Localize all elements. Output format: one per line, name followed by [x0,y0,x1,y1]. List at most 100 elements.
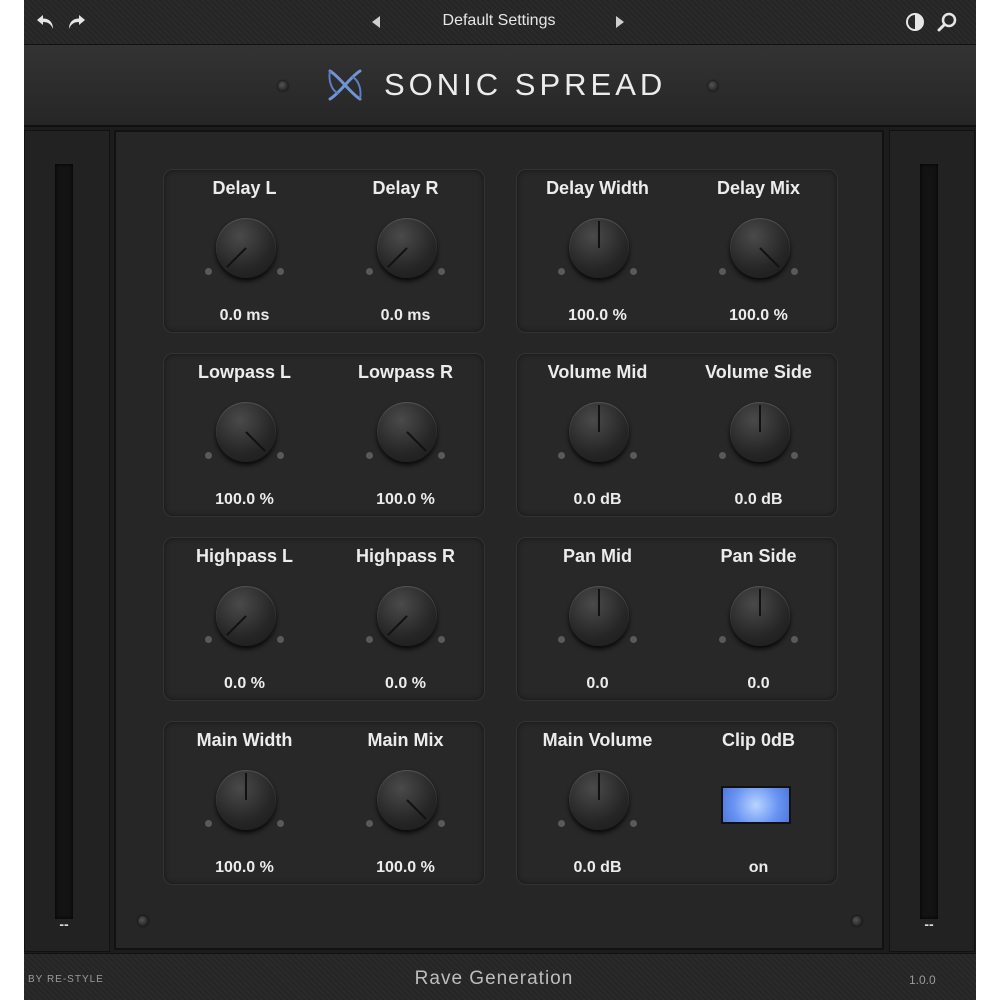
control-volume-mid: Volume Mid 0.0 dB [517,354,678,518]
control-value: 0.0 % [224,675,265,692]
knob-indicator [598,405,600,432]
main-width-knob[interactable] [216,770,276,830]
knob-max-dot [791,268,798,275]
control-label: Volume Mid [547,362,648,382]
knob-wrapper [558,218,637,291]
knob-max-dot [791,452,798,459]
control-value: 100.0 % [568,307,627,324]
knob-indicator [226,247,247,268]
main-volume-knob[interactable] [569,770,629,830]
highpass-r-knob[interactable] [377,586,437,646]
knob-max-dot [438,636,445,643]
knob-min-dot [366,820,373,827]
knob-indicator [387,615,408,636]
knob-indicator [598,221,600,248]
sonic-spread-logo-icon [324,65,366,105]
control-pan-mid: Pan Mid 0.0 [517,538,678,702]
pan-side-knob[interactable] [730,586,790,646]
control-value: 0.0 dB [573,859,622,876]
knob-max-dot [630,452,637,459]
knob-min-dot [205,268,212,275]
knob-indicator [387,247,408,268]
screw [278,81,288,91]
control-label: Pan Mid [562,546,632,566]
control-label: Lowpass L [197,362,291,382]
control-delay-width: Delay Width 100.0 % [517,170,678,334]
knob-wrapper [205,586,284,659]
knob-max-dot [277,820,284,827]
main-mix-knob[interactable] [377,770,437,830]
control-pan-side: Pan Side 0.0 [678,538,839,702]
knob-wrapper [719,218,798,291]
control-group: Highpass L 0.0 % Highpass R 0.0 % [163,537,485,701]
top-bar: Default Settings [24,0,976,45]
knob-wrapper [719,586,798,659]
control-value: 100.0 % [729,307,788,324]
knob-indicator [759,405,761,432]
delay-mix-knob[interactable] [730,218,790,278]
control-label: Volume Side [705,362,812,382]
control-label: Clip 0dB [721,730,795,750]
preset-name[interactable]: Default Settings [374,12,624,30]
screw [138,916,148,926]
knob-min-dot [558,820,565,827]
control-main-width: Main Width 100.0 % [164,722,325,886]
knob-max-dot [438,820,445,827]
lowpass-l-knob[interactable] [216,402,276,462]
undo-icon[interactable] [34,10,58,34]
knob-indicator [245,773,247,800]
control-group: Delay Width 100.0 % Delay Mix 100.0 % [516,169,838,333]
volume-side-knob[interactable] [730,402,790,462]
product-name: SONIC SPREAD [384,67,667,102]
knob-indicator [598,589,600,616]
control-main-volume: Main Volume 0.0 dB [517,722,678,886]
delay-width-knob[interactable] [569,218,629,278]
volume-mid-knob[interactable] [569,402,629,462]
highpass-l-knob[interactable] [216,586,276,646]
knob-wrapper [366,218,445,291]
control-group: Main Width 100.0 % Main Mix 100.0 % [163,721,485,885]
knob-max-dot [630,636,637,643]
next-preset-icon[interactable] [608,10,632,34]
knob-max-dot [630,820,637,827]
knob-wrapper [719,402,798,475]
lowpass-r-knob[interactable] [377,402,437,462]
version-label: 1.0.0 [909,973,936,987]
control-delay-r: Delay R 0.0 ms [325,170,486,334]
control-label: Highpass L [195,546,293,566]
control-value: 100.0 % [376,491,435,508]
control-group: Lowpass L 100.0 % Lowpass R 100.0 % [163,353,485,517]
control-label: Main Mix [367,730,444,750]
knob-min-dot [719,636,726,643]
control-label: Delay R [372,178,439,198]
delay-l-knob[interactable] [216,218,276,278]
footer-brand: Rave Generation [414,968,574,989]
knob-indicator [759,589,761,616]
control-value: 0.0 dB [573,491,622,508]
control-value: on [748,859,769,876]
control-highpass-l: Highpass L 0.0 % [164,538,325,702]
plugin-window: Default Settings SONIC SPREAD -- -- Dela… [24,0,976,1000]
knob-min-dot [719,452,726,459]
knob-max-dot [438,268,445,275]
contrast-icon[interactable] [903,10,927,34]
knob-min-dot [205,820,212,827]
knob-wrapper [558,586,637,659]
pan-mid-knob[interactable] [569,586,629,646]
zoom-icon[interactable] [935,10,959,34]
control-label: Delay Width [546,178,649,198]
knob-max-dot [277,268,284,275]
knob-wrapper [558,402,637,475]
left-level-meter [55,164,73,919]
control-highpass-r: Highpass R 0.0 % [325,538,486,702]
control-label: Main Volume [542,730,653,750]
left-meter-panel: -- [24,130,110,952]
clip-0db-toggle-button[interactable] [721,786,791,824]
control-label: Pan Side [720,546,797,566]
knob-max-dot [277,452,284,459]
redo-icon[interactable] [64,10,88,34]
controls-panel: Delay L 0.0 ms Delay R 0.0 ms Delay Width 100… [114,130,884,950]
control-value: 0.0 dB [734,491,783,508]
control-value: 0.0 [747,675,770,692]
delay-r-knob[interactable] [377,218,437,278]
